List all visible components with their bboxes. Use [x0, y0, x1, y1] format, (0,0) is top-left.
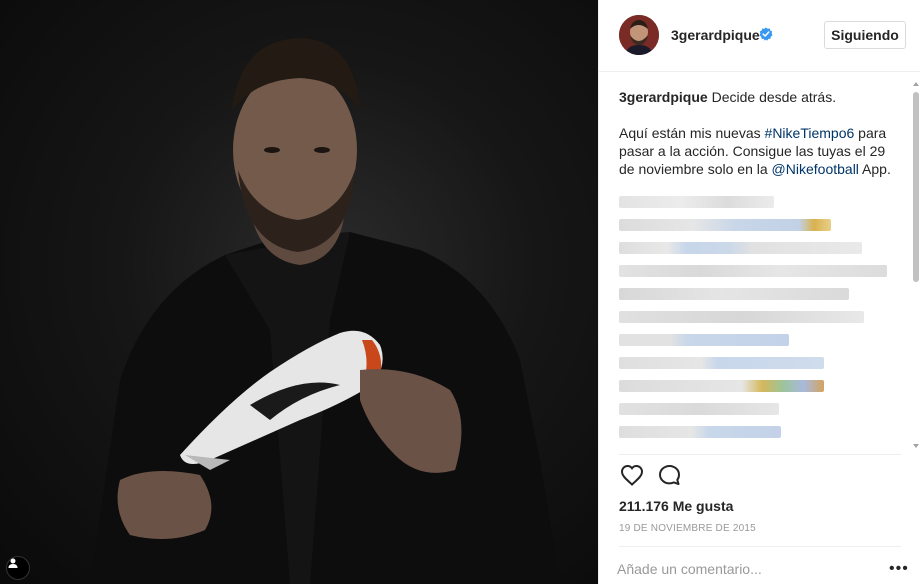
blurred-comment: [619, 196, 774, 208]
blurred-comment: [619, 380, 824, 392]
post-side-panel: 3gerardpique Siguiendo 3gerardpique Deci…: [598, 0, 920, 584]
caption-username[interactable]: 3gerardpique: [619, 89, 708, 105]
blurred-comment: [619, 311, 864, 323]
comments-scrollbar[interactable]: [912, 80, 920, 450]
post-date[interactable]: 19 DE NOVIEMBRE DE 2015: [619, 523, 756, 534]
avatar[interactable]: [619, 15, 659, 55]
post-header: 3gerardpique Siguiendo: [599, 0, 920, 72]
photo-illustration: [90, 38, 560, 584]
caption-line1: Decide desde atrás.: [711, 89, 837, 105]
user-tag-icon[interactable]: [6, 556, 30, 580]
blurred-comment: [619, 357, 824, 369]
blurred-comment: [619, 403, 779, 415]
comments-list: 3gerardpique Decide desde atrás. Aquí es…: [619, 88, 901, 448]
scroll-down-icon[interactable]: [913, 444, 919, 448]
hashtag-link[interactable]: #NikeTiempo6: [765, 125, 855, 141]
divider: [619, 546, 901, 547]
blurred-comment: [619, 288, 849, 300]
more-options-icon[interactable]: •••: [889, 560, 909, 578]
blurred-comment: [619, 219, 831, 231]
blurred-comment: [619, 265, 887, 277]
post-caption: 3gerardpique Decide desde atrás. Aquí es…: [619, 88, 901, 178]
verified-badge-icon: [759, 27, 773, 41]
scrollbar-thumb[interactable]: [913, 92, 919, 282]
blurred-comment: [619, 426, 781, 438]
mention-link[interactable]: @Nikefootball: [772, 161, 859, 177]
blurred-comment: [619, 334, 789, 346]
comment-icon[interactable]: [657, 463, 683, 492]
heart-icon[interactable]: [619, 463, 645, 492]
likes-count[interactable]: 211.176 Me gusta: [619, 498, 733, 514]
add-comment-input[interactable]: [617, 558, 887, 580]
post-photo[interactable]: [0, 0, 598, 584]
following-button[interactable]: Siguiendo: [824, 21, 906, 49]
caption-text-c: App.: [858, 161, 891, 177]
username[interactable]: 3gerardpique: [671, 27, 760, 43]
blurred-comment: [619, 242, 862, 254]
divider: [619, 454, 901, 455]
caption-text-a: Aquí están mis nuevas: [619, 125, 765, 141]
scroll-up-icon[interactable]: [913, 82, 919, 86]
